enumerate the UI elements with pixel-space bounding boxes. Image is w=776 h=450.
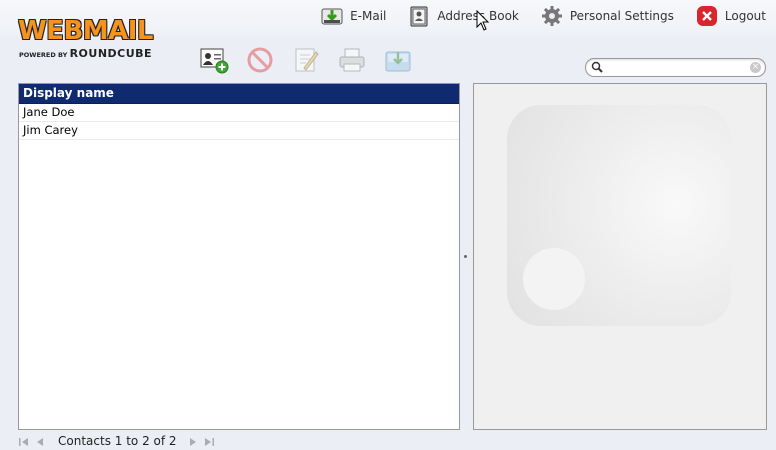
add-contact-button[interactable] [198, 45, 230, 77]
import-icon [383, 46, 413, 77]
print-icon [337, 46, 367, 77]
main-nav: E-Mail Address Book Personal Settings Lo… [299, 4, 766, 28]
delete-contact-button[interactable] [244, 45, 276, 77]
logo-powered-by: POWERED BY [19, 51, 68, 59]
delete-icon [246, 46, 274, 77]
panel-splitter[interactable] [464, 255, 468, 261]
logo-tagline: POWERED BY ROUNDCUBE [19, 47, 152, 60]
last-page-icon[interactable] [203, 436, 215, 446]
nav-logout-label: Logout [724, 9, 766, 23]
contacts-toolbar [198, 45, 428, 77]
nav-personal-settings-label: Personal Settings [569, 9, 674, 23]
nav-email-label: E-Mail [350, 9, 387, 23]
print-contact-button[interactable] [336, 45, 368, 77]
email-icon [321, 5, 343, 27]
nav-email[interactable]: E-Mail [321, 5, 386, 27]
nav-personal-settings[interactable]: Personal Settings [541, 5, 674, 27]
logo-wordmark: WEBMAIL [18, 16, 154, 46]
webmail-logo: WEBMAIL POWERED BY ROUNDCUBE [18, 17, 182, 63]
contact-preview-pane [473, 83, 767, 430]
contact-row[interactable]: Jane Doe [19, 104, 459, 122]
search-icon [591, 61, 603, 73]
search-box: × [585, 58, 766, 77]
contact-row[interactable]: Jim Carey [19, 122, 459, 140]
nav-address-book[interactable]: Address Book [408, 5, 519, 27]
first-page-icon[interactable] [18, 436, 30, 446]
mouse-cursor [476, 9, 490, 32]
preview-placeholder-circle [523, 248, 585, 310]
previous-page-icon[interactable] [34, 436, 46, 446]
logo-brand: ROUNDCUBE [69, 47, 153, 60]
contacts-list: Display name Jane Doe Jim Carey [18, 83, 460, 430]
pagination: Contacts 1 to 2 of 2 [18, 433, 219, 449]
add-contact-icon [198, 45, 230, 78]
import-contacts-button[interactable] [382, 45, 414, 77]
search-input[interactable] [606, 60, 746, 74]
clear-search-icon[interactable]: × [750, 62, 761, 73]
gear-icon [541, 5, 563, 27]
contacts-count: Contacts 1 to 2 of 2 [58, 434, 177, 448]
edit-icon [292, 46, 320, 77]
logout-icon [696, 5, 718, 27]
next-page-icon[interactable] [187, 436, 199, 446]
nav-logout[interactable]: Logout [696, 5, 766, 27]
column-header-display-name[interactable]: Display name [19, 84, 459, 104]
address-book-icon [408, 5, 430, 27]
edit-contact-button[interactable] [290, 45, 322, 77]
